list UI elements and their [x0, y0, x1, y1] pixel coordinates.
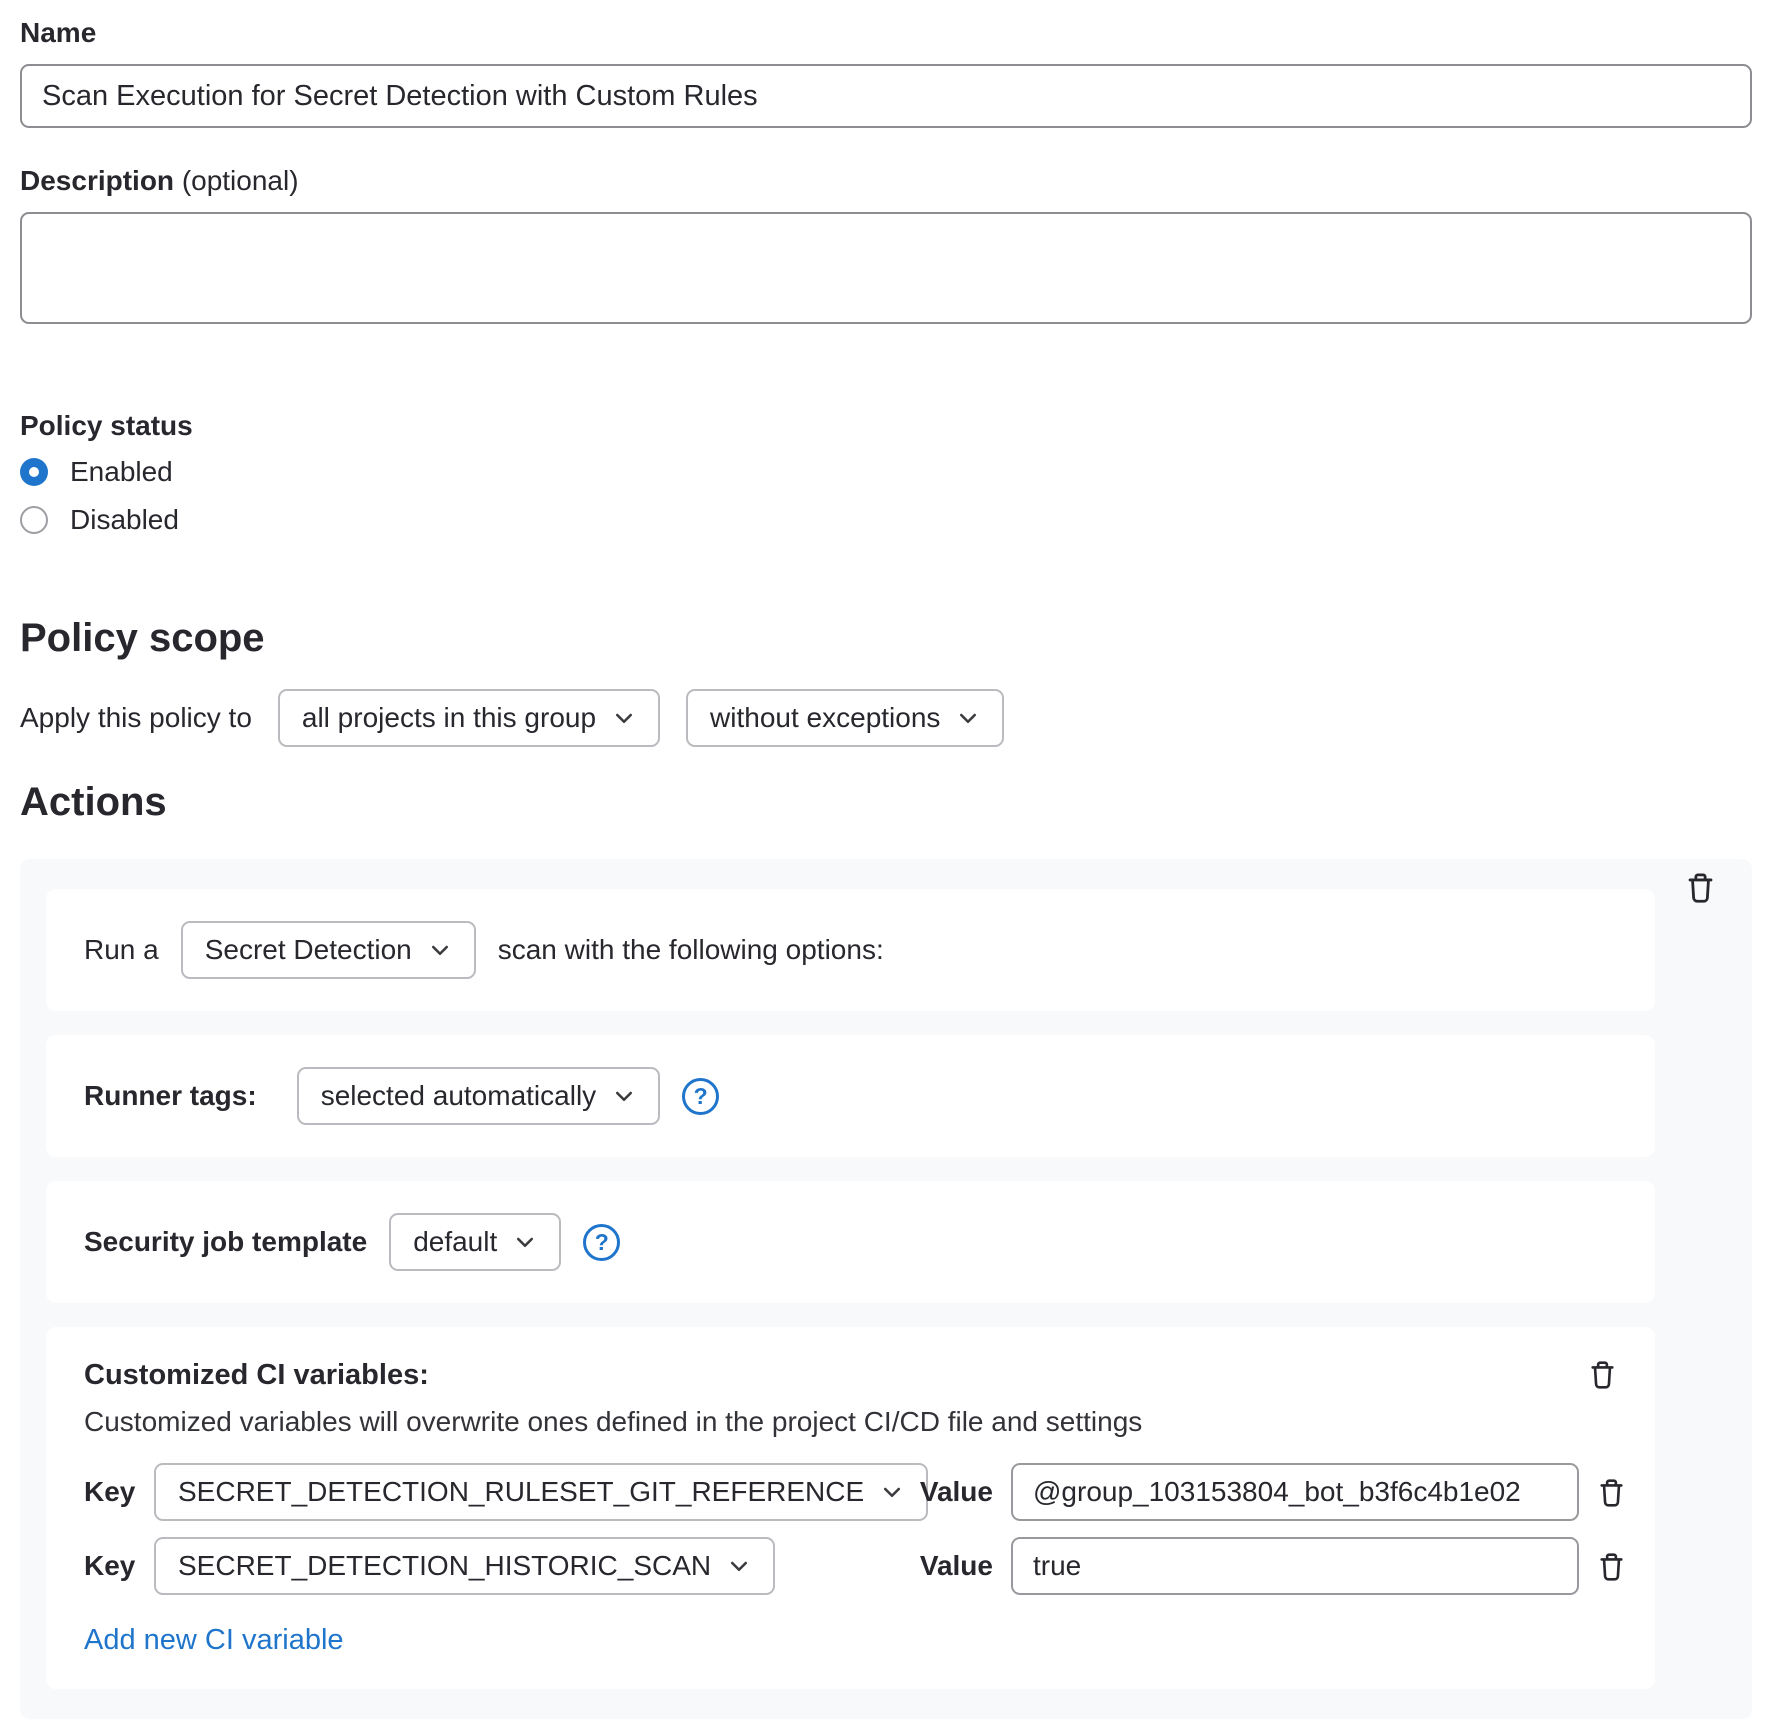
run-a-label: Run a: [84, 934, 159, 966]
ci-variable-row: Key SECRET_DETECTION_HISTORIC_SCAN Value: [84, 1537, 1617, 1595]
radio-dot: [29, 467, 39, 477]
job-template-section: Security job template default ?: [46, 1181, 1655, 1303]
job-template-dropdown[interactable]: default: [389, 1213, 561, 1271]
remove-ci-variables-button[interactable]: [1588, 1359, 1617, 1390]
policy-status-option-disabled: Disabled: [20, 503, 1752, 537]
ci-variable-value-input[interactable]: [1011, 1463, 1579, 1521]
scan-type-row: Run a Secret Detection scan with the fol…: [84, 921, 1617, 979]
action-card: Run a Secret Detection scan with the fol…: [20, 859, 1752, 1719]
runner-tags-label: Runner tags:: [84, 1080, 257, 1112]
description-label-text: Description: [20, 165, 174, 196]
runner-tags-row: Runner tags: selected automatically ?: [84, 1067, 1617, 1125]
trash-icon: [1588, 1359, 1617, 1390]
description-label: Description (optional): [20, 164, 1752, 198]
ci-variable-value-input[interactable]: [1011, 1537, 1579, 1595]
value-label: Value: [920, 1476, 993, 1508]
chevron-down-icon: [428, 938, 452, 962]
apply-policy-label: Apply this policy to: [20, 702, 252, 734]
chevron-down-icon: [727, 1554, 751, 1578]
name-label: Name: [20, 16, 1752, 50]
value-label: Value: [920, 1550, 993, 1582]
ci-variables-description: Customized variables will overwrite ones…: [84, 1405, 1617, 1439]
job-template-dropdown-label: default: [413, 1226, 497, 1258]
disabled-radio-label: Disabled: [70, 504, 179, 536]
enabled-radio[interactable]: [20, 458, 48, 486]
runner-tags-section: Runner tags: selected automatically ?: [46, 1035, 1655, 1157]
scan-options-label: scan with the following options:: [498, 934, 884, 966]
projects-scope-dropdown[interactable]: all projects in this group: [278, 689, 660, 747]
ci-variable-key-dropdown[interactable]: SECRET_DETECTION_RULESET_GIT_REFERENCE: [154, 1463, 928, 1521]
enabled-radio-label: Enabled: [70, 456, 173, 488]
ci-variables-section: Customized CI variables: Customized vari…: [46, 1327, 1655, 1689]
exceptions-dropdown-label: without exceptions: [710, 702, 940, 734]
runner-tags-dropdown-label: selected automatically: [321, 1080, 596, 1112]
policy-status-option-enabled: Enabled: [20, 455, 1752, 489]
policy-scope-row: Apply this policy to all projects in thi…: [20, 689, 1752, 747]
exceptions-dropdown[interactable]: without exceptions: [686, 689, 1004, 747]
chevron-down-icon: [513, 1230, 537, 1254]
disabled-radio[interactable]: [20, 506, 48, 534]
scan-type-dropdown[interactable]: Secret Detection: [181, 921, 476, 979]
chevron-down-icon: [956, 706, 980, 730]
help-icon[interactable]: ?: [682, 1078, 719, 1115]
ci-variables-header: Customized CI variables:: [84, 1359, 1617, 1395]
policy-editor-form: Name Description (optional) Policy statu…: [20, 16, 1752, 1719]
remove-ci-variable-row-button[interactable]: [1597, 1551, 1626, 1582]
add-ci-variable-link[interactable]: Add new CI variable: [84, 1623, 344, 1657]
help-icon[interactable]: ?: [583, 1224, 620, 1261]
job-template-label: Security job template: [84, 1226, 367, 1258]
scan-type-dropdown-label: Secret Detection: [205, 934, 412, 966]
trash-icon: [1597, 1477, 1626, 1508]
key-label: Key: [84, 1550, 135, 1582]
chevron-down-icon: [880, 1480, 904, 1504]
policy-scope-heading: Policy scope: [20, 613, 1752, 663]
description-input[interactable]: [20, 212, 1752, 324]
job-template-row: Security job template default ?: [84, 1213, 1617, 1271]
ci-variables-title: Customized CI variables:: [84, 1359, 429, 1392]
ci-variable-key-dropdown[interactable]: SECRET_DETECTION_HISTORIC_SCAN: [154, 1537, 775, 1595]
ci-variable-row: Key SECRET_DETECTION_RULESET_GIT_REFEREN…: [84, 1463, 1617, 1521]
remove-ci-variable-row-button[interactable]: [1597, 1477, 1626, 1508]
policy-status-label: Policy status: [20, 409, 1752, 443]
remove-action-button[interactable]: [1685, 871, 1716, 904]
trash-icon: [1685, 871, 1716, 904]
projects-scope-dropdown-label: all projects in this group: [302, 702, 596, 734]
chevron-down-icon: [612, 706, 636, 730]
actions-heading: Actions: [20, 777, 1752, 827]
chevron-down-icon: [612, 1084, 636, 1108]
description-optional-text: (optional): [182, 165, 299, 196]
key-label: Key: [84, 1476, 135, 1508]
scan-type-section: Run a Secret Detection scan with the fol…: [46, 889, 1655, 1011]
ci-variable-key-dropdown-label: SECRET_DETECTION_RULESET_GIT_REFERENCE: [178, 1476, 864, 1508]
runner-tags-dropdown[interactable]: selected automatically: [297, 1067, 660, 1125]
ci-variable-key-dropdown-label: SECRET_DETECTION_HISTORIC_SCAN: [178, 1550, 711, 1582]
trash-icon: [1597, 1551, 1626, 1582]
name-input[interactable]: [20, 64, 1752, 128]
